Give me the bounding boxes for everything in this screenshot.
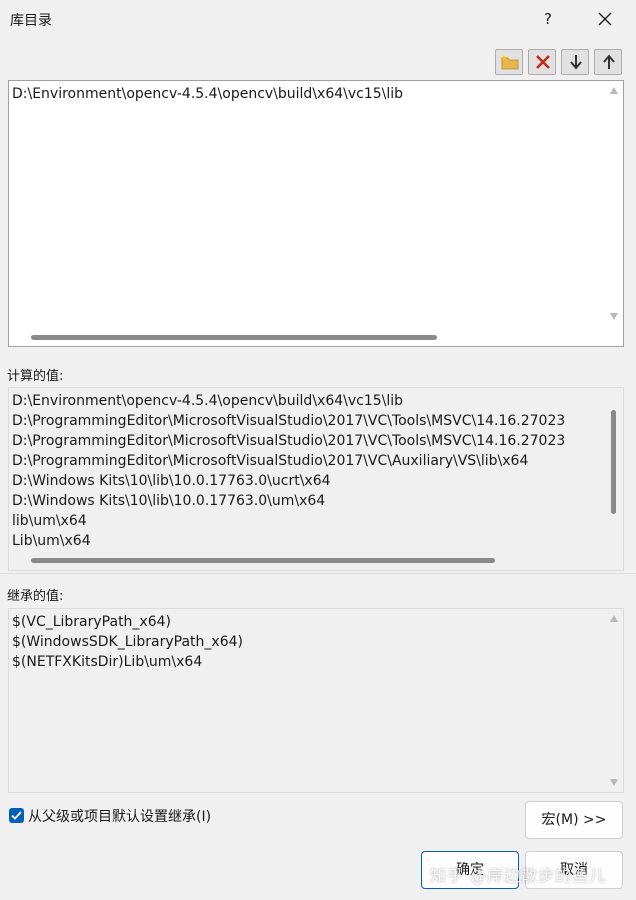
hscroll-thumb[interactable] — [31, 558, 495, 563]
inherited-value-line: $(WindowsSDK_LibraryPath_x64) — [12, 634, 243, 650]
inherited-values-lines: $(VC_LibraryPath_x64) $(WindowsSDK_Libra… — [12, 612, 243, 672]
computed-value-line: D:\ProgrammingEditor\MicrosoftVisualStud… — [12, 433, 566, 449]
inherited-value-line: $(NETFXKitsDir)Lib\um\x64 — [12, 654, 203, 670]
arrow-up-icon — [603, 54, 615, 69]
new-line-button[interactable] — [495, 49, 523, 75]
inherited-vscroll[interactable] — [605, 609, 623, 792]
path-editor-hscroll[interactable] — [9, 328, 607, 346]
computed-hscroll[interactable] — [9, 552, 607, 570]
computed-value-line: D:\Environment\opencv-4.5.4\opencv\build… — [12, 393, 404, 409]
close-button[interactable] — [590, 6, 620, 32]
computed-values-box: D:\Environment\opencv-4.5.4\opencv\build… — [8, 387, 624, 571]
computed-value-line: D:\ProgrammingEditor\MicrosoftVisualStud… — [12, 453, 529, 469]
hscroll-thumb[interactable] — [31, 335, 437, 340]
scroll-up-icon[interactable] — [610, 615, 618, 622]
inherit-checkbox-label[interactable]: 从父级或项目默认设置继承(I) — [28, 806, 211, 826]
computed-vscroll[interactable] — [605, 388, 623, 550]
arrow-down-icon — [570, 55, 582, 70]
path-editor-line[interactable]: D:\Environment\opencv-4.5.4\opencv\build… — [12, 84, 403, 104]
move-down-button[interactable] — [561, 49, 589, 75]
computed-value-line: D:\Windows Kits\10\lib\10.0.17763.0\um\x… — [12, 493, 326, 509]
path-editor[interactable]: D:\Environment\opencv-4.5.4\opencv\build… — [8, 80, 624, 347]
inherited-values-label: 继承的值: — [7, 589, 64, 604]
macros-button[interactable]: 宏(M) >> — [525, 801, 623, 839]
checkmark-icon — [11, 811, 22, 820]
delete-line-button[interactable] — [528, 49, 556, 75]
close-icon — [598, 12, 612, 26]
dialog-title: 库目录 — [10, 13, 52, 29]
path-editor-vscroll[interactable] — [605, 81, 623, 330]
title-bar: 库目录 ? — [0, 0, 636, 38]
computed-values-label: 计算的值: — [7, 369, 64, 384]
computed-value-line: D:\ProgrammingEditor\MicrosoftVisualStud… — [12, 413, 566, 429]
help-button[interactable]: ? — [534, 6, 562, 32]
inherited-values-box: $(VC_LibraryPath_x64) $(WindowsSDK_Libra… — [8, 608, 624, 793]
path-editor-lines: D:\Environment\opencv-4.5.4\opencv\build… — [12, 84, 403, 104]
section-divider — [0, 573, 636, 574]
inherited-value-line: $(VC_LibraryPath_x64) — [12, 614, 171, 630]
scroll-up-icon[interactable] — [610, 87, 618, 94]
watermark: 知乎 @岸边散步的鱼儿 — [430, 866, 607, 885]
inherit-checkbox[interactable] — [9, 808, 24, 823]
computed-value-line: lib\um\x64 — [12, 513, 87, 529]
computed-value-line: D:\Windows Kits\10\lib\10.0.17763.0\ucrt… — [12, 473, 331, 489]
computed-values-lines: D:\Environment\opencv-4.5.4\opencv\build… — [12, 391, 565, 551]
vscroll-thumb[interactable] — [611, 410, 616, 514]
new-folder-icon — [501, 55, 519, 70]
computed-value-line: Lib\um\x64 — [12, 533, 91, 549]
scroll-down-icon[interactable] — [610, 779, 618, 786]
scroll-down-icon[interactable] — [610, 313, 618, 320]
move-up-button[interactable] — [594, 49, 622, 75]
delete-icon — [536, 55, 550, 69]
